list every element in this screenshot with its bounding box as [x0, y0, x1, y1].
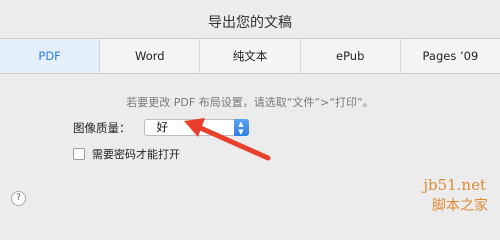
- password-row: 需要密码才能打开: [73, 146, 180, 162]
- image-quality-row: 图像质量： 好 ▲ ▼: [73, 119, 249, 136]
- help-button[interactable]: ?: [11, 191, 26, 206]
- watermark-text: 脚本之家: [432, 198, 488, 214]
- tab-epub[interactable]: ePub: [301, 39, 401, 73]
- chevron-up-down-icon: ▲ ▼: [233, 119, 249, 136]
- dialog-title: 导出您的文稿: [208, 15, 292, 31]
- image-quality-select[interactable]: 好 ▲ ▼: [143, 119, 249, 136]
- tab-pdf[interactable]: PDF: [0, 39, 101, 73]
- layout-hint: 若要更改 PDF 布局设置，请选取“文件”>“打印”。: [126, 96, 374, 109]
- tab-word[interactable]: Word: [100, 39, 201, 73]
- tab-pages-09[interactable]: Pages ’09: [401, 39, 500, 73]
- password-label: 需要密码才能打开: [92, 148, 180, 161]
- image-quality-value: 好: [156, 120, 169, 134]
- tab-plain-text[interactable]: 纯文本: [200, 39, 301, 73]
- password-checkbox[interactable]: [73, 148, 85, 160]
- export-format-tabs: PDF Word 纯文本 ePub Pages ’09: [0, 38, 500, 74]
- watermark-url: jb51.net: [423, 176, 486, 194]
- image-quality-label: 图像质量：: [73, 120, 131, 135]
